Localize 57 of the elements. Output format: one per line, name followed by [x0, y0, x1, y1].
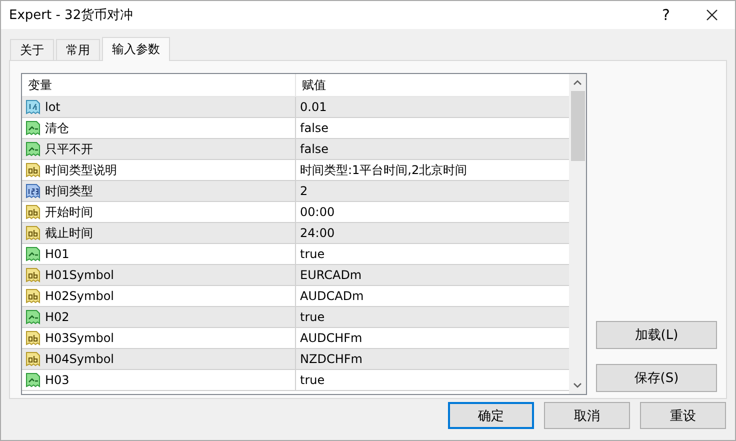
double-type-icon: [25, 99, 41, 115]
value-cell[interactable]: false: [296, 139, 569, 159]
variable-name: 清仓: [45, 120, 69, 136]
variable-name: H03: [45, 373, 70, 387]
value-cell[interactable]: 时间类型:1平台时间,2北京时间: [296, 160, 569, 180]
help-button[interactable]: ?: [643, 6, 689, 24]
value-cell[interactable]: true: [296, 307, 569, 327]
variable-name: H04Symbol: [45, 352, 114, 366]
tab[interactable]: 常用: [56, 39, 100, 60]
variable-name: lot: [45, 100, 60, 114]
value-cell[interactable]: true: [296, 244, 569, 264]
close-icon[interactable]: [706, 9, 718, 21]
bool-type-icon: [25, 120, 41, 136]
scrollbar[interactable]: [569, 74, 586, 394]
string-type-icon: [25, 288, 41, 304]
bool-type-icon: [25, 372, 41, 388]
column-header: 赋值: [301, 76, 326, 94]
side-button[interactable]: 加载(L): [596, 321, 717, 349]
value-cell[interactable]: AUDCADm: [296, 286, 569, 306]
variable-name: H03Symbol: [45, 331, 114, 345]
column-header: 变量: [22, 74, 296, 96]
value-cell[interactable]: 0.01: [296, 97, 569, 117]
value-cell[interactable]: false: [296, 118, 569, 138]
variable-name: H01: [45, 247, 70, 261]
value-cell[interactable]: true: [296, 370, 569, 390]
tab[interactable]: 输入参数: [102, 37, 170, 61]
value-cell[interactable]: NZDCHFm: [296, 349, 569, 369]
dialog-button[interactable]: 取消: [544, 402, 630, 429]
variable-name: 时间类型: [45, 182, 93, 200]
variable-name: H01Symbol: [45, 268, 114, 282]
variable-name: 时间类型说明: [45, 162, 117, 178]
string-type-icon: [25, 330, 41, 346]
tab[interactable]: 关于: [10, 39, 54, 60]
window-title: Expert - 32货币对冲: [9, 7, 134, 24]
string-type-icon: [25, 351, 41, 367]
bool-type-icon: [25, 141, 41, 157]
scroll-thumb[interactable]: [570, 91, 584, 161]
string-type-icon: [25, 267, 41, 283]
value-cell[interactable]: EURCADm: [296, 265, 569, 285]
variable-name: H02Symbol: [45, 289, 114, 303]
bool-type-icon: [25, 246, 41, 262]
dialog-button[interactable]: 确定: [448, 402, 534, 429]
variable-name: H02: [45, 310, 70, 324]
dialog-button[interactable]: 重设: [640, 402, 726, 429]
string-type-icon: [25, 162, 41, 178]
string-type-icon: [25, 225, 41, 241]
variable-name: 截止时间: [45, 224, 93, 242]
value-cell[interactable]: 2: [296, 181, 569, 201]
side-button[interactable]: 保存(S): [596, 364, 717, 392]
variable-name: 开始时间: [45, 204, 93, 220]
value-cell[interactable]: 24:00: [296, 223, 569, 243]
variable-name: 只平不开: [45, 140, 93, 158]
value-cell[interactable]: 00:00: [296, 202, 569, 222]
int-type-icon: [25, 183, 41, 199]
bool-type-icon: [25, 309, 41, 325]
string-type-icon: [25, 204, 41, 220]
value-cell[interactable]: AUDCHFm: [296, 328, 569, 348]
